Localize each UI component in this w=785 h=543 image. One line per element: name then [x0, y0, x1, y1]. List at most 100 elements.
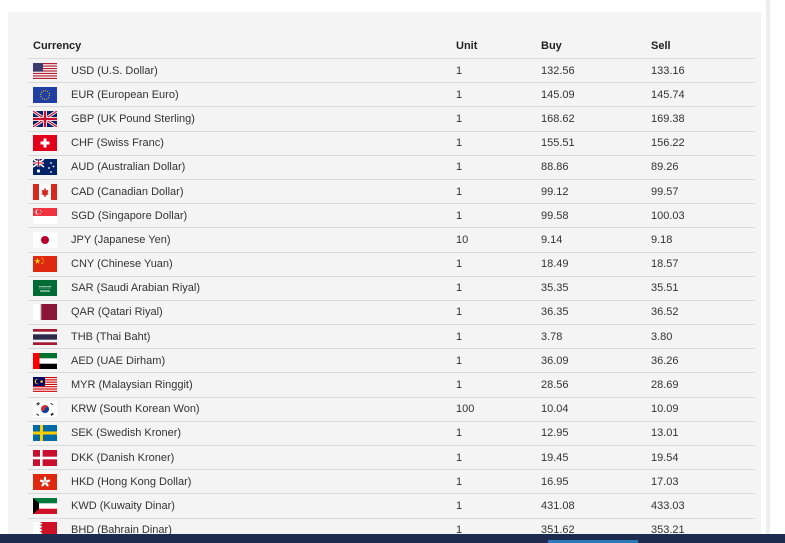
currency-name: DKK (Danish Kroner) [71, 451, 175, 464]
sell-rate-cell: 36.26 [651, 348, 755, 374]
exchange-rate-table: Currency Unit Buy Sell USD (U.S. Dollar)… [28, 34, 755, 543]
buy-rate-cell: 18.49 [541, 252, 651, 277]
currency-cell: SAR (Saudi Arabian Riyal) [28, 276, 456, 301]
unit-cell: 1 [456, 155, 541, 180]
buy-rate-cell: 35.35 [541, 276, 651, 301]
currency-name: SAR (Saudi Arabian Riyal) [71, 282, 201, 295]
unit-cell: 1 [456, 276, 541, 301]
currency-name: KWD (Kuwaity Dinar) [71, 499, 175, 512]
currency-name: AED (UAE Dirham) [71, 354, 166, 367]
currency-cell: JPY (Japanese Yen) [28, 227, 456, 253]
au-flag-icon [33, 159, 57, 176]
currency-cell: AED (UAE Dirham) [28, 348, 456, 374]
currency-cell: CNY (Chinese Yuan) [28, 252, 456, 277]
buy-rate-cell: 132.56 [541, 58, 651, 84]
table-row: JPY (Japanese Yen) 10 9.14 9.18 [28, 227, 755, 253]
ca-flag-icon [33, 183, 57, 200]
table-row: SAR (Saudi Arabian Riyal) 1 35.35 35.51 [28, 276, 755, 301]
sell-rate-cell: 19.54 [651, 445, 755, 471]
kr-flag-icon [33, 401, 57, 418]
currency-cell: KWD (Kuwaity Dinar) [28, 493, 456, 519]
currency-name: HKD (Hong Kong Dollar) [71, 475, 192, 488]
footer-bar [0, 534, 785, 543]
sell-rate-cell: 145.74 [651, 82, 755, 108]
currency-cell: MYR (Malaysian Ringgit) [28, 372, 456, 398]
currency-cell: SEK (Swedish Kroner) [28, 421, 456, 447]
currency-name: CHF (Swiss Franc) [71, 137, 164, 150]
table-row: CHF (Swiss Franc) 1 155.51 156.22 [28, 131, 755, 156]
currency-name: JPY (Japanese Yen) [71, 233, 171, 246]
currency-cell: KRW (South Korean Won) [28, 397, 456, 422]
table-row: HKD (Hong Kong Dollar) 1 16.95 17.03 [28, 469, 755, 495]
header-currency: Currency [28, 34, 456, 59]
table-row: CNY (Chinese Yuan) 1 18.49 18.57 [28, 252, 755, 277]
unit-cell: 1 [456, 106, 541, 132]
unit-cell: 1 [456, 372, 541, 398]
table-row: KWD (Kuwaity Dinar) 1 431.08 433.03 [28, 493, 755, 519]
sell-rate-cell: 28.69 [651, 372, 755, 398]
table-row: DKK (Danish Kroner) 1 19.45 19.54 [28, 445, 755, 471]
sell-rate-cell: 169.38 [651, 106, 755, 132]
unit-cell: 1 [456, 300, 541, 326]
table-row: AUD (Australian Dollar) 1 88.86 89.26 [28, 155, 755, 180]
unit-cell: 1 [456, 131, 541, 156]
unit-cell: 1 [456, 421, 541, 447]
table-row: KRW (South Korean Won) 100 10.04 10.09 [28, 397, 755, 422]
unit-cell: 100 [456, 397, 541, 422]
buy-rate-cell: 12.95 [541, 421, 651, 447]
buy-rate-cell: 155.51 [541, 131, 651, 156]
unit-cell: 1 [456, 445, 541, 471]
buy-rate-cell: 168.62 [541, 106, 651, 132]
table-row: USD (U.S. Dollar) 1 132.56 133.16 [28, 58, 755, 84]
buy-rate-cell: 88.86 [541, 155, 651, 180]
buy-rate-cell: 431.08 [541, 493, 651, 519]
exchange-rate-panel: Currency Unit Buy Sell USD (U.S. Dollar)… [8, 12, 761, 543]
sell-rate-cell: 35.51 [651, 276, 755, 301]
sell-rate-cell: 156.22 [651, 131, 755, 156]
buy-rate-cell: 19.45 [541, 445, 651, 471]
table-row: THB (Thai Baht) 1 3.78 3.80 [28, 324, 755, 350]
currency-cell: QAR (Qatari Riyal) [28, 300, 456, 326]
table-row: AED (UAE Dirham) 1 36.09 36.26 [28, 348, 755, 374]
eu-flag-icon [33, 86, 57, 103]
sg-flag-icon [33, 207, 57, 224]
table-row: CAD (Canadian Dollar) 1 99.12 99.57 [28, 179, 755, 205]
page-scroll-edge [766, 0, 785, 543]
currency-cell: HKD (Hong Kong Dollar) [28, 469, 456, 495]
cn-flag-icon [33, 256, 57, 273]
buy-rate-cell: 99.58 [541, 203, 651, 229]
currency-name: MYR (Malaysian Ringgit) [71, 378, 193, 391]
table-row: EUR (European Euro) 1 145.09 145.74 [28, 82, 755, 108]
currency-name: SEK (Swedish Kroner) [71, 427, 182, 440]
currency-cell: DKK (Danish Kroner) [28, 445, 456, 471]
table-row: QAR (Qatari Riyal) 1 36.35 36.52 [28, 300, 755, 326]
th-flag-icon [33, 328, 57, 345]
uk-flag-icon [33, 110, 57, 127]
sell-rate-cell: 89.26 [651, 155, 755, 180]
currency-cell: THB (Thai Baht) [28, 324, 456, 350]
sell-rate-cell: 433.03 [651, 493, 755, 519]
hk-flag-icon [33, 473, 57, 490]
unit-cell: 1 [456, 348, 541, 374]
sell-rate-cell: 133.16 [651, 58, 755, 84]
table-row: GBP (UK Pound Sterling) 1 168.62 169.38 [28, 106, 755, 132]
qa-flag-icon [33, 304, 57, 321]
se-flag-icon [33, 425, 57, 442]
sell-rate-cell: 100.03 [651, 203, 755, 229]
buy-rate-cell: 36.09 [541, 348, 651, 374]
my-flag-icon [33, 377, 57, 394]
currency-name: CNY (Chinese Yuan) [71, 258, 173, 270]
unit-cell: 1 [456, 324, 541, 350]
unit-cell: 1 [456, 493, 541, 519]
currency-cell: AUD (Australian Dollar) [28, 155, 456, 180]
currency-cell: USD (U.S. Dollar) [28, 58, 456, 84]
currency-name: CAD (Canadian Dollar) [71, 185, 184, 198]
currency-name: USD (U.S. Dollar) [71, 64, 158, 77]
kw-flag-icon [33, 497, 57, 514]
buy-rate-cell: 10.04 [541, 397, 651, 422]
sell-rate-cell: 13.01 [651, 421, 755, 447]
ch-flag-icon [33, 135, 57, 152]
currency-cell: SGD (Singapore Dollar) [28, 203, 456, 229]
unit-cell: 1 [456, 179, 541, 205]
unit-cell: 1 [456, 469, 541, 495]
